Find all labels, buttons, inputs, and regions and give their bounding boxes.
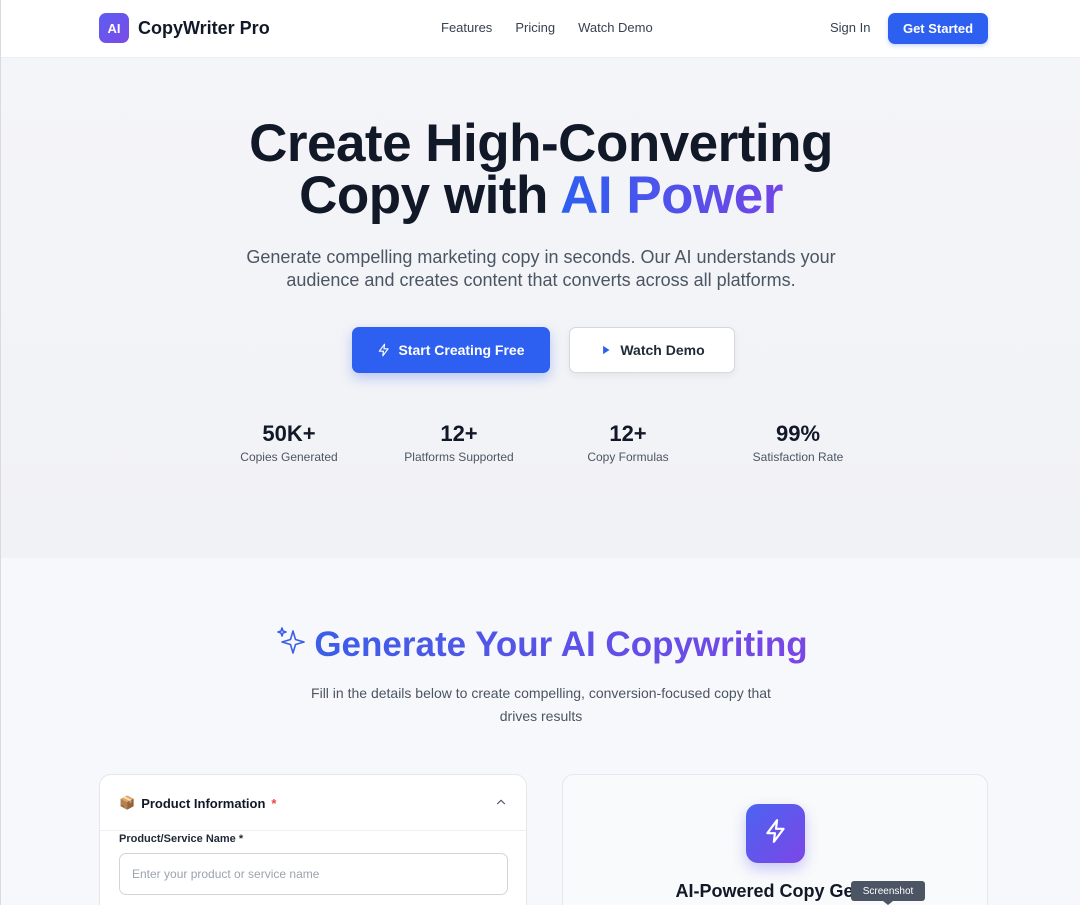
product-name-label: Product/Service Name * — [119, 833, 244, 845]
brand-name: CopyWriter Pro — [138, 17, 270, 38]
hero-subtitle-line2: audience and creates content that conver… — [286, 270, 796, 290]
stat-label: Platforms Supported — [404, 450, 514, 464]
start-creating-label: Start Creating Free — [398, 342, 525, 358]
start-creating-button[interactable]: Start Creating Free — [352, 327, 550, 373]
brand-logo: AI — [99, 13, 129, 43]
hero-subtitle: Generate compelling marketing copy in se… — [1, 246, 1080, 292]
tooltip-arrow — [883, 901, 893, 905]
screenshot-tooltip: Screenshot — [851, 881, 925, 901]
watch-demo-label: Watch Demo — [620, 342, 705, 358]
hero-title-accent: AI Power — [560, 166, 783, 225]
sparkles-icon — [274, 625, 308, 669]
stat-label: Copies Generated — [240, 450, 338, 464]
get-started-button[interactable]: Get Started — [888, 13, 988, 44]
product-information-title: 📦 Product Information * — [119, 795, 276, 811]
nav-link-features[interactable]: Features — [441, 20, 492, 35]
product-information-card: 📦 Product Information * Product/Service … — [99, 774, 527, 905]
nav-link-pricing[interactable]: Pricing — [515, 20, 555, 35]
generator-title: Generate Your AI Copywriting — [1, 624, 1080, 669]
top-nav: AI CopyWriter Pro Features Pricing Watch… — [1, 0, 1080, 58]
brand[interactable]: AI CopyWriter Pro — [99, 13, 270, 43]
sign-in-link[interactable]: Sign In — [830, 20, 870, 35]
required-marker: * — [271, 795, 277, 811]
hero-title-line2: Copy with — [299, 166, 561, 225]
stat-value: 99% — [775, 421, 821, 446]
stat-value: 12+ — [440, 421, 478, 446]
stat-copies-generated: 50K+ Copies Generated — [209, 421, 369, 465]
stat-value: 50K+ — [262, 421, 316, 446]
stat-label: Satisfaction Rate — [752, 450, 844, 464]
generator-title-text: Generate Your AI Copywriting — [314, 625, 808, 664]
stat-label: Copy Formulas — [587, 450, 669, 464]
lightning-icon — [377, 343, 391, 357]
chevron-up-icon[interactable] — [494, 795, 508, 814]
product-information-label: Product Information — [141, 795, 266, 811]
ai-badge — [746, 804, 805, 863]
hero-section: Create High-Converting Copy with AI Powe… — [1, 58, 1080, 558]
watch-demo-button[interactable]: Watch Demo — [569, 327, 735, 373]
stat-platforms-supported: 12+ Platforms Supported — [379, 421, 539, 465]
generator-subtitle: Fill in the details below to create comp… — [1, 682, 1080, 728]
nav-link-watch-demo[interactable]: Watch Demo — [578, 20, 653, 35]
stat-satisfaction-rate: 99% Satisfaction Rate — [718, 421, 878, 465]
lightning-icon — [763, 818, 789, 849]
hero-subtitle-line1: Generate compelling marketing copy in se… — [246, 247, 836, 267]
generator-subtitle-line1: Fill in the details below to create comp… — [311, 685, 771, 701]
product-name-input[interactable] — [119, 853, 508, 895]
package-icon: 📦 — [119, 795, 136, 810]
generator-subtitle-line2: drives results — [499, 708, 583, 724]
stat-copy-formulas: 12+ Copy Formulas — [548, 421, 708, 465]
nav-links: Features Pricing Watch Demo — [441, 20, 676, 35]
stat-value: 12+ — [609, 421, 647, 446]
hero-title-line1: Create High-Converting — [249, 114, 833, 173]
hero-title: Create High-Converting Copy with AI Powe… — [1, 117, 1080, 225]
product-information-header[interactable]: 📦 Product Information * — [100, 775, 526, 831]
play-icon — [599, 343, 613, 357]
